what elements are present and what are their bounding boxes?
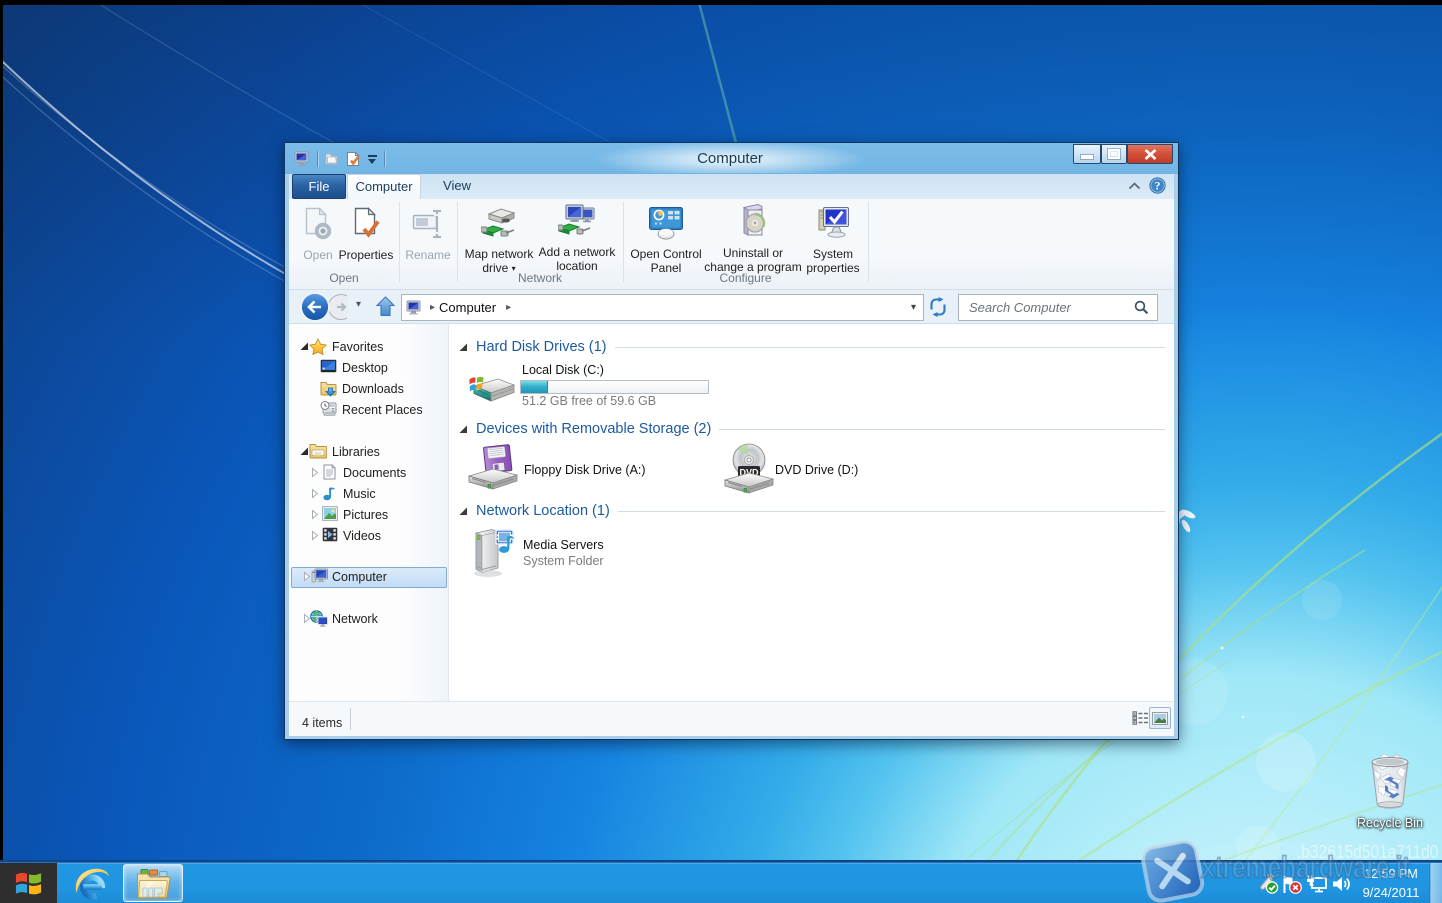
- svg-text:?: ?: [1155, 181, 1161, 193]
